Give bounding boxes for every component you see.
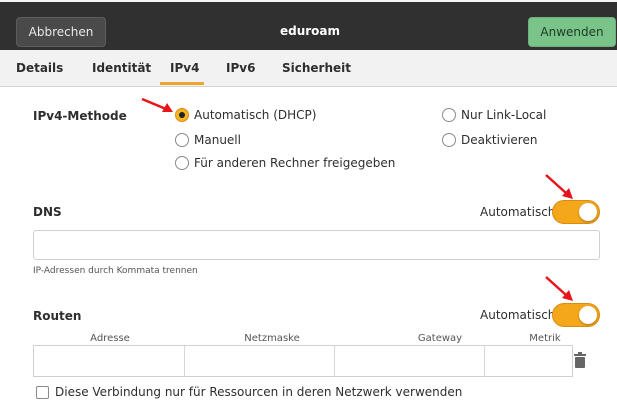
tab-identity[interactable]: Identität [92, 61, 151, 75]
route-gateway-input[interactable] [335, 346, 485, 376]
column-header-address: Adresse [90, 333, 130, 344]
radio-disabled-indicator[interactable] [442, 133, 456, 147]
tab-ipv4[interactable]: IPv4 [170, 61, 199, 75]
dns-input[interactable] [33, 230, 600, 260]
radio-dhcp[interactable]: Automatisch (DHCP) [175, 108, 316, 122]
dns-auto-label: Automatisch [480, 205, 556, 219]
trash-icon[interactable] [573, 352, 587, 368]
cancel-button[interactable]: Abbrechen [16, 17, 106, 47]
radio-link-local-label: Nur Link-Local [461, 108, 547, 122]
tab-security[interactable]: Sicherheit [282, 61, 351, 75]
route-netmask-input[interactable] [185, 346, 335, 376]
route-address-input[interactable] [34, 346, 185, 376]
column-header-gateway: Gateway [417, 333, 463, 344]
routes-label: Routen [33, 309, 82, 323]
radio-shared[interactable]: Für anderen Rechner freigegeben [175, 156, 395, 170]
restrict-label: Diese Verbindung nur für Ressourcen in d… [55, 385, 463, 399]
dns-hint: IP-Adressen durch Kommata trennen [33, 266, 198, 276]
route-metric-input[interactable] [485, 346, 572, 376]
annotation-arrow-icon [545, 174, 573, 199]
window-title: eduroam [279, 24, 341, 38]
active-tab-indicator [160, 82, 204, 85]
ipv4-method-label: IPv4-Methode [33, 109, 127, 123]
annotation-arrow-icon [141, 97, 173, 112]
header-bar: Abbrechen eduroam Anwenden [0, 0, 617, 52]
radio-link-local-indicator[interactable] [442, 108, 456, 122]
radio-disabled-label: Deaktivieren [461, 133, 538, 147]
radio-manual-indicator[interactable] [175, 133, 189, 147]
route-row [33, 345, 573, 377]
radio-dhcp-indicator[interactable] [175, 108, 189, 122]
routes-auto-label: Automatisch [480, 308, 556, 322]
radio-link-local[interactable]: Nur Link-Local [442, 108, 546, 122]
dns-auto-switch[interactable] [552, 200, 600, 224]
radio-manual[interactable]: Manuell [175, 133, 241, 147]
radio-dhcp-label: Automatisch (DHCP) [194, 108, 317, 122]
tab-ipv6[interactable]: IPv6 [226, 61, 255, 75]
apply-button[interactable]: Anwenden [528, 17, 616, 47]
tab-bar: Details Identität IPv4 IPv6 Sicherheit [0, 50, 617, 87]
restrict-option[interactable]: Diese Verbindung nur für Ressourcen in d… [36, 385, 462, 399]
radio-shared-label: Für anderen Rechner freigegeben [194, 156, 396, 170]
column-header-metric: Metrik [529, 333, 561, 344]
radio-disabled[interactable]: Deaktivieren [442, 133, 537, 147]
routes-switch-knob [579, 306, 597, 324]
annotation-arrow-icon [545, 276, 573, 301]
radio-shared-indicator[interactable] [175, 156, 189, 170]
restrict-checkbox[interactable] [36, 385, 49, 399]
routes-auto-switch[interactable] [552, 303, 600, 327]
tab-details[interactable]: Details [16, 61, 63, 75]
dns-label: DNS [33, 205, 62, 219]
radio-manual-label: Manuell [194, 133, 241, 147]
dns-switch-knob [579, 203, 597, 221]
column-header-netmask: Netzmaske [244, 333, 300, 344]
